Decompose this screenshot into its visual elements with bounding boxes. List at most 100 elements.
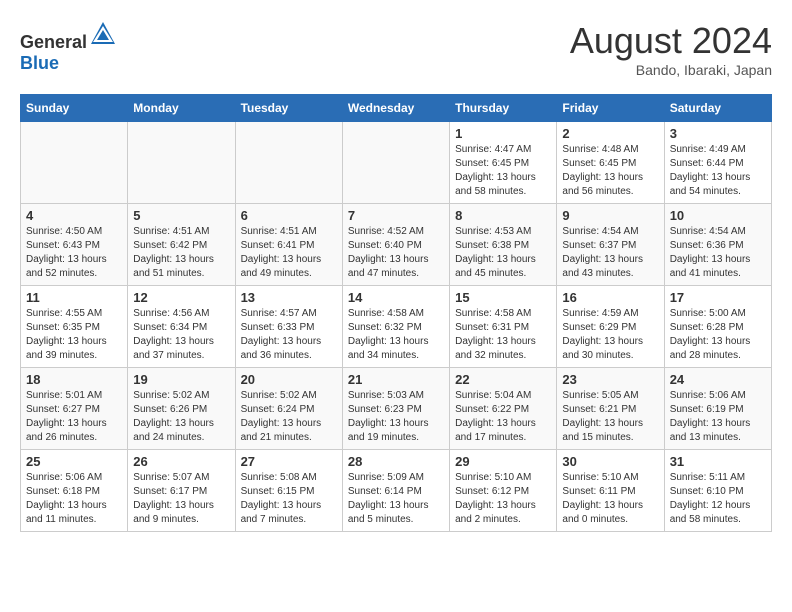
day-number: 25 bbox=[26, 454, 122, 469]
calendar-cell: 27 Sunrise: 5:08 AM Sunset: 6:15 PM Dayli… bbox=[235, 450, 342, 532]
weekday-header: Wednesday bbox=[342, 95, 449, 122]
calendar-cell: 11 Sunrise: 4:55 AM Sunset: 6:35 PM Dayli… bbox=[21, 286, 128, 368]
calendar-cell: 12Sunrise: 4:56 AM Sunset: 6:34 PM Dayli… bbox=[128, 286, 235, 368]
calendar-cell: 5Sunrise: 4:51 AM Sunset: 6:42 PM Daylig… bbox=[128, 204, 235, 286]
calendar-cell: 8 Sunrise: 4:53 AM Sunset: 6:38 PM Daylig… bbox=[450, 204, 557, 286]
day-number: 1 bbox=[455, 126, 551, 141]
day-detail: Sunrise: 4:49 AM Sunset: 6:44 PM Dayligh… bbox=[670, 143, 766, 199]
day-number: 27 bbox=[241, 454, 337, 469]
day-detail: Sunrise: 4:47 AM Sunset: 6:45 PM Dayligh… bbox=[455, 143, 551, 199]
day-detail: Sunrise: 4:52 AM Sunset: 6:40 PM Dayligh… bbox=[348, 225, 444, 281]
logo-icon bbox=[89, 20, 117, 48]
day-detail: Sunrise: 4:54 AM Sunset: 6:37 PM Dayligh… bbox=[562, 225, 658, 281]
calendar-cell: 28 Sunrise: 5:09 AM Sunset: 6:14 PM Dayli… bbox=[342, 450, 449, 532]
calendar-cell: 4 Sunrise: 4:50 AM Sunset: 6:43 PM Daylig… bbox=[21, 204, 128, 286]
day-number: 3 bbox=[670, 126, 766, 141]
weekday-header: Sunday bbox=[21, 95, 128, 122]
day-number: 23 bbox=[562, 372, 658, 387]
day-number: 7 bbox=[348, 208, 444, 223]
weekday-header: Monday bbox=[128, 95, 235, 122]
logo: General Blue bbox=[20, 20, 117, 74]
day-number: 16 bbox=[562, 290, 658, 305]
day-detail: Sunrise: 5:00 AM Sunset: 6:28 PM Dayligh… bbox=[670, 307, 766, 363]
day-number: 8 bbox=[455, 208, 551, 223]
day-detail: Sunrise: 5:04 AM Sunset: 6:22 PM Dayligh… bbox=[455, 389, 551, 445]
calendar-cell: 22 Sunrise: 5:04 AM Sunset: 6:22 PM Dayli… bbox=[450, 368, 557, 450]
calendar-cell: 6 Sunrise: 4:51 AM Sunset: 6:41 PM Daylig… bbox=[235, 204, 342, 286]
day-detail: Sunrise: 4:55 AM Sunset: 6:35 PM Dayligh… bbox=[26, 307, 122, 363]
day-detail: Sunrise: 4:58 AM Sunset: 6:32 PM Dayligh… bbox=[348, 307, 444, 363]
weekday-header: Saturday bbox=[664, 95, 771, 122]
calendar-cell: 21 Sunrise: 5:03 AM Sunset: 6:23 PM Dayli… bbox=[342, 368, 449, 450]
calendar-cell: 7 Sunrise: 4:52 AM Sunset: 6:40 PM Daylig… bbox=[342, 204, 449, 286]
day-detail: Sunrise: 5:06 AM Sunset: 6:19 PM Dayligh… bbox=[670, 389, 766, 445]
calendar-cell: 14 Sunrise: 4:58 AM Sunset: 6:32 PM Dayli… bbox=[342, 286, 449, 368]
day-detail: Sunrise: 5:05 AM Sunset: 6:21 PM Dayligh… bbox=[562, 389, 658, 445]
day-detail: Sunrise: 5:01 AM Sunset: 6:27 PM Dayligh… bbox=[26, 389, 122, 445]
day-detail: Sunrise: 4:59 AM Sunset: 6:29 PM Dayligh… bbox=[562, 307, 658, 363]
weekday-header: Tuesday bbox=[235, 95, 342, 122]
calendar-cell: 9 Sunrise: 4:54 AM Sunset: 6:37 PM Daylig… bbox=[557, 204, 664, 286]
day-number: 21 bbox=[348, 372, 444, 387]
day-number: 10 bbox=[670, 208, 766, 223]
calendar-cell: 17Sunrise: 5:00 AM Sunset: 6:28 PM Dayli… bbox=[664, 286, 771, 368]
logo-text: General Blue bbox=[20, 20, 117, 74]
calendar-cell: 19 Sunrise: 5:02 AM Sunset: 6:26 PM Dayli… bbox=[128, 368, 235, 450]
calendar-cell bbox=[342, 122, 449, 204]
calendar-cell: 18 Sunrise: 5:01 AM Sunset: 6:27 PM Dayli… bbox=[21, 368, 128, 450]
day-number: 19 bbox=[133, 372, 229, 387]
calendar-cell bbox=[21, 122, 128, 204]
day-number: 22 bbox=[455, 372, 551, 387]
day-number: 14 bbox=[348, 290, 444, 305]
day-detail: Sunrise: 5:10 AM Sunset: 6:11 PM Dayligh… bbox=[562, 471, 658, 527]
day-number: 11 bbox=[26, 290, 122, 305]
day-detail: Sunrise: 4:51 AM Sunset: 6:42 PM Dayligh… bbox=[133, 225, 229, 281]
day-number: 13 bbox=[241, 290, 337, 305]
day-detail: Sunrise: 4:50 AM Sunset: 6:43 PM Dayligh… bbox=[26, 225, 122, 281]
weekday-header: Thursday bbox=[450, 95, 557, 122]
calendar-cell: 29Sunrise: 5:10 AM Sunset: 6:12 PM Dayli… bbox=[450, 450, 557, 532]
day-detail: Sunrise: 5:10 AM Sunset: 6:12 PM Dayligh… bbox=[455, 471, 551, 527]
day-number: 24 bbox=[670, 372, 766, 387]
weekday-header: Friday bbox=[557, 95, 664, 122]
day-detail: Sunrise: 4:53 AM Sunset: 6:38 PM Dayligh… bbox=[455, 225, 551, 281]
calendar-cell: 23 Sunrise: 5:05 AM Sunset: 6:21 PM Dayli… bbox=[557, 368, 664, 450]
day-number: 9 bbox=[562, 208, 658, 223]
day-detail: Sunrise: 5:07 AM Sunset: 6:17 PM Dayligh… bbox=[133, 471, 229, 527]
calendar-week-row: 18 Sunrise: 5:01 AM Sunset: 6:27 PM Dayli… bbox=[21, 368, 772, 450]
day-detail: Sunrise: 4:51 AM Sunset: 6:41 PM Dayligh… bbox=[241, 225, 337, 281]
day-detail: Sunrise: 5:02 AM Sunset: 6:26 PM Dayligh… bbox=[133, 389, 229, 445]
day-number: 12 bbox=[133, 290, 229, 305]
calendar-week-row: 1 Sunrise: 4:47 AM Sunset: 6:45 PM Daylig… bbox=[21, 122, 772, 204]
calendar-cell: 10Sunrise: 4:54 AM Sunset: 6:36 PM Dayli… bbox=[664, 204, 771, 286]
day-detail: Sunrise: 4:48 AM Sunset: 6:45 PM Dayligh… bbox=[562, 143, 658, 199]
calendar-week-row: 4 Sunrise: 4:50 AM Sunset: 6:43 PM Daylig… bbox=[21, 204, 772, 286]
calendar-cell: 25Sunrise: 5:06 AM Sunset: 6:18 PM Dayli… bbox=[21, 450, 128, 532]
location: Bando, Ibaraki, Japan bbox=[570, 62, 772, 78]
day-detail: Sunrise: 4:58 AM Sunset: 6:31 PM Dayligh… bbox=[455, 307, 551, 363]
day-detail: Sunrise: 5:09 AM Sunset: 6:14 PM Dayligh… bbox=[348, 471, 444, 527]
day-number: 6 bbox=[241, 208, 337, 223]
weekday-header-row: SundayMondayTuesdayWednesdayThursdayFrid… bbox=[21, 95, 772, 122]
calendar-week-row: 25Sunrise: 5:06 AM Sunset: 6:18 PM Dayli… bbox=[21, 450, 772, 532]
day-number: 4 bbox=[26, 208, 122, 223]
calendar-cell: 26 Sunrise: 5:07 AM Sunset: 6:17 PM Dayli… bbox=[128, 450, 235, 532]
day-number: 15 bbox=[455, 290, 551, 305]
calendar-table: SundayMondayTuesdayWednesdayThursdayFrid… bbox=[20, 94, 772, 532]
day-number: 18 bbox=[26, 372, 122, 387]
day-number: 30 bbox=[562, 454, 658, 469]
day-detail: Sunrise: 5:08 AM Sunset: 6:15 PM Dayligh… bbox=[241, 471, 337, 527]
calendar-cell: 20Sunrise: 5:02 AM Sunset: 6:24 PM Dayli… bbox=[235, 368, 342, 450]
calendar-cell bbox=[128, 122, 235, 204]
day-detail: Sunrise: 5:03 AM Sunset: 6:23 PM Dayligh… bbox=[348, 389, 444, 445]
calendar-cell: 2Sunrise: 4:48 AM Sunset: 6:45 PM Daylig… bbox=[557, 122, 664, 204]
day-number: 28 bbox=[348, 454, 444, 469]
calendar-cell: 31Sunrise: 5:11 AM Sunset: 6:10 PM Dayli… bbox=[664, 450, 771, 532]
calendar-cell: 30 Sunrise: 5:10 AM Sunset: 6:11 PM Dayli… bbox=[557, 450, 664, 532]
calendar-cell: 15 Sunrise: 4:58 AM Sunset: 6:31 PM Dayli… bbox=[450, 286, 557, 368]
day-detail: Sunrise: 5:02 AM Sunset: 6:24 PM Dayligh… bbox=[241, 389, 337, 445]
month-year: August 2024 bbox=[570, 20, 772, 62]
calendar-cell: 3 Sunrise: 4:49 AM Sunset: 6:44 PM Daylig… bbox=[664, 122, 771, 204]
day-detail: Sunrise: 4:57 AM Sunset: 6:33 PM Dayligh… bbox=[241, 307, 337, 363]
day-number: 26 bbox=[133, 454, 229, 469]
